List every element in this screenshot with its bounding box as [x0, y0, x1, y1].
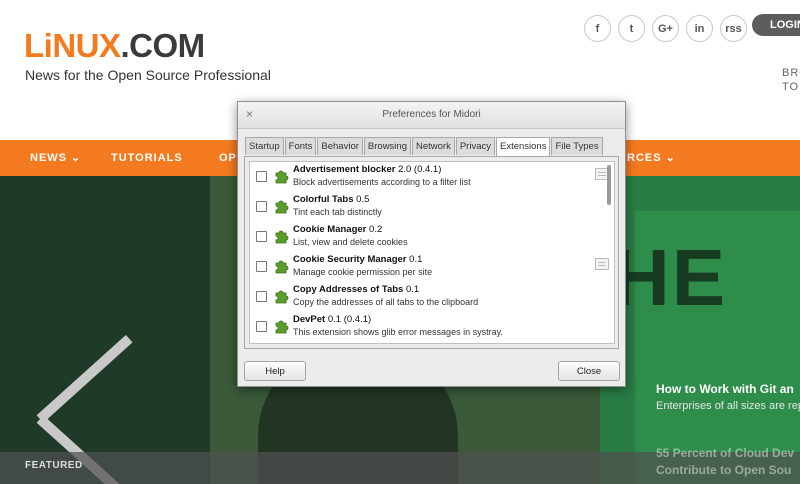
list-scrollbar[interactable] — [607, 163, 612, 343]
twitter-icon[interactable]: t — [618, 15, 645, 42]
puzzle-icon — [275, 170, 289, 184]
site-tagline: News for the Open Source Professional — [25, 67, 271, 83]
extension-checkbox[interactable] — [256, 171, 267, 182]
extension-row-adblock[interactable]: Advertisement blocker 2.0 (0.4.1) Block … — [250, 162, 614, 192]
extension-row-cookie-manager[interactable]: Cookie Manager 0.2 List, view and delete… — [250, 222, 614, 252]
extension-description: This extension shows glib error messages… — [293, 327, 503, 337]
extension-checkbox[interactable] — [256, 231, 267, 242]
puzzle-icon — [275, 320, 289, 334]
nav-open-source[interactable]: OP — [219, 140, 237, 176]
close-button[interactable]: Close — [558, 361, 620, 381]
tab-browsing[interactable]: Browsing — [363, 137, 411, 155]
extension-description: Block advertisements according to a filt… — [293, 177, 471, 187]
preferences-tabs: Startup Fonts Behavior Browsing Network … — [245, 137, 604, 156]
extension-description: Copy the addresses of all tabs to the cl… — [293, 297, 479, 307]
dialog-titlebar[interactable]: Preferences for Midori × — [238, 102, 625, 129]
extension-description: List, view and delete cookies — [293, 237, 408, 247]
story2-subtitle: Contribute to Open Sou — [656, 463, 792, 477]
extension-checkbox[interactable] — [256, 321, 267, 332]
extension-checkbox[interactable] — [256, 261, 267, 272]
story2-title[interactable]: 55 Percent of Cloud Dev — [656, 446, 794, 460]
extension-checkbox[interactable] — [256, 291, 267, 302]
logo-com-text: .COM — [120, 27, 206, 64]
browse-line-2: TO — [782, 81, 800, 93]
site-logo[interactable]: LiNUX.COM — [24, 26, 205, 66]
logo-linux-text: LiNUX — [24, 27, 121, 64]
extension-row-colorful-tabs[interactable]: Colorful Tabs 0.5 Tint each tab distinct… — [250, 192, 614, 222]
tab-privacy[interactable]: Privacy — [455, 137, 495, 155]
browse-line-1: BRO — [782, 67, 800, 79]
featured-label: FEATURED — [25, 460, 83, 471]
extension-checkbox[interactable] — [256, 201, 267, 212]
close-icon[interactable]: × — [246, 107, 253, 121]
extension-description: Tint each tab distinctly — [293, 207, 382, 217]
extension-name: DevPet 0.1 (0.4.1) — [293, 314, 372, 325]
tab-network[interactable]: Network — [411, 137, 455, 155]
google-plus-icon[interactable]: G+ — [652, 15, 679, 42]
extension-name: Cookie Manager 0.2 — [293, 224, 383, 235]
social-links: f t G+ in rss — [584, 15, 747, 42]
story-subtitle: Enterprises of all sizes are rep — [656, 400, 800, 412]
facebook-icon[interactable]: f — [584, 15, 611, 42]
preferences-dialog: Preferences for Midori × Startup Fonts B… — [237, 101, 626, 387]
nav-tutorials[interactable]: TUTORIALS — [111, 140, 183, 176]
browse-link[interactable]: BRO TO — [782, 66, 800, 94]
dialog-title: Preferences for Midori — [382, 109, 481, 120]
extension-row-copy-addresses[interactable]: Copy Addresses of Tabs 0.1 Copy the addr… — [250, 282, 614, 312]
puzzle-icon — [275, 200, 289, 214]
extension-name: Colorful Tabs 0.5 — [293, 194, 370, 205]
hero-wall-text: HE — [612, 233, 728, 322]
extensions-list: Advertisement blocker 2.0 (0.4.1) Block … — [249, 161, 615, 344]
extension-name: Advertisement blocker 2.0 (0.4.1) — [293, 164, 442, 175]
login-button[interactable]: LOGIN — [752, 14, 800, 36]
puzzle-icon — [275, 290, 289, 304]
tab-extensions[interactable]: Extensions — [495, 137, 551, 156]
extension-name: Copy Addresses of Tabs 0.1 — [293, 284, 420, 295]
tab-behavior[interactable]: Behavior — [317, 137, 363, 155]
help-button[interactable]: Help — [244, 361, 306, 381]
nav-resources[interactable]: RCES ⌄ — [627, 140, 676, 176]
puzzle-icon — [275, 260, 289, 274]
puzzle-icon — [275, 230, 289, 244]
story-title[interactable]: How to Work with Git an — [656, 382, 794, 396]
hero-left-panel — [0, 176, 210, 484]
extension-description: Manage cookie permission per site — [293, 267, 433, 277]
scrollbar-thumb[interactable] — [607, 165, 611, 205]
rss-icon[interactable]: rss — [720, 15, 747, 42]
nav-news[interactable]: NEWS ⌄ — [30, 140, 81, 176]
extensions-panel: Advertisement blocker 2.0 (0.4.1) Block … — [244, 156, 619, 349]
tab-startup[interactable]: Startup — [245, 137, 284, 155]
extension-row-cookie-security[interactable]: Cookie Security Manager 0.1 Manage cooki… — [250, 252, 614, 282]
extension-name: Cookie Security Manager 0.1 — [293, 254, 423, 265]
extension-row-devpet[interactable]: DevPet 0.1 (0.4.1) This extension shows … — [250, 312, 614, 342]
tab-file-types[interactable]: File Types — [551, 137, 603, 155]
tab-fonts[interactable]: Fonts — [284, 137, 317, 155]
linkedin-icon[interactable]: in — [686, 15, 713, 42]
